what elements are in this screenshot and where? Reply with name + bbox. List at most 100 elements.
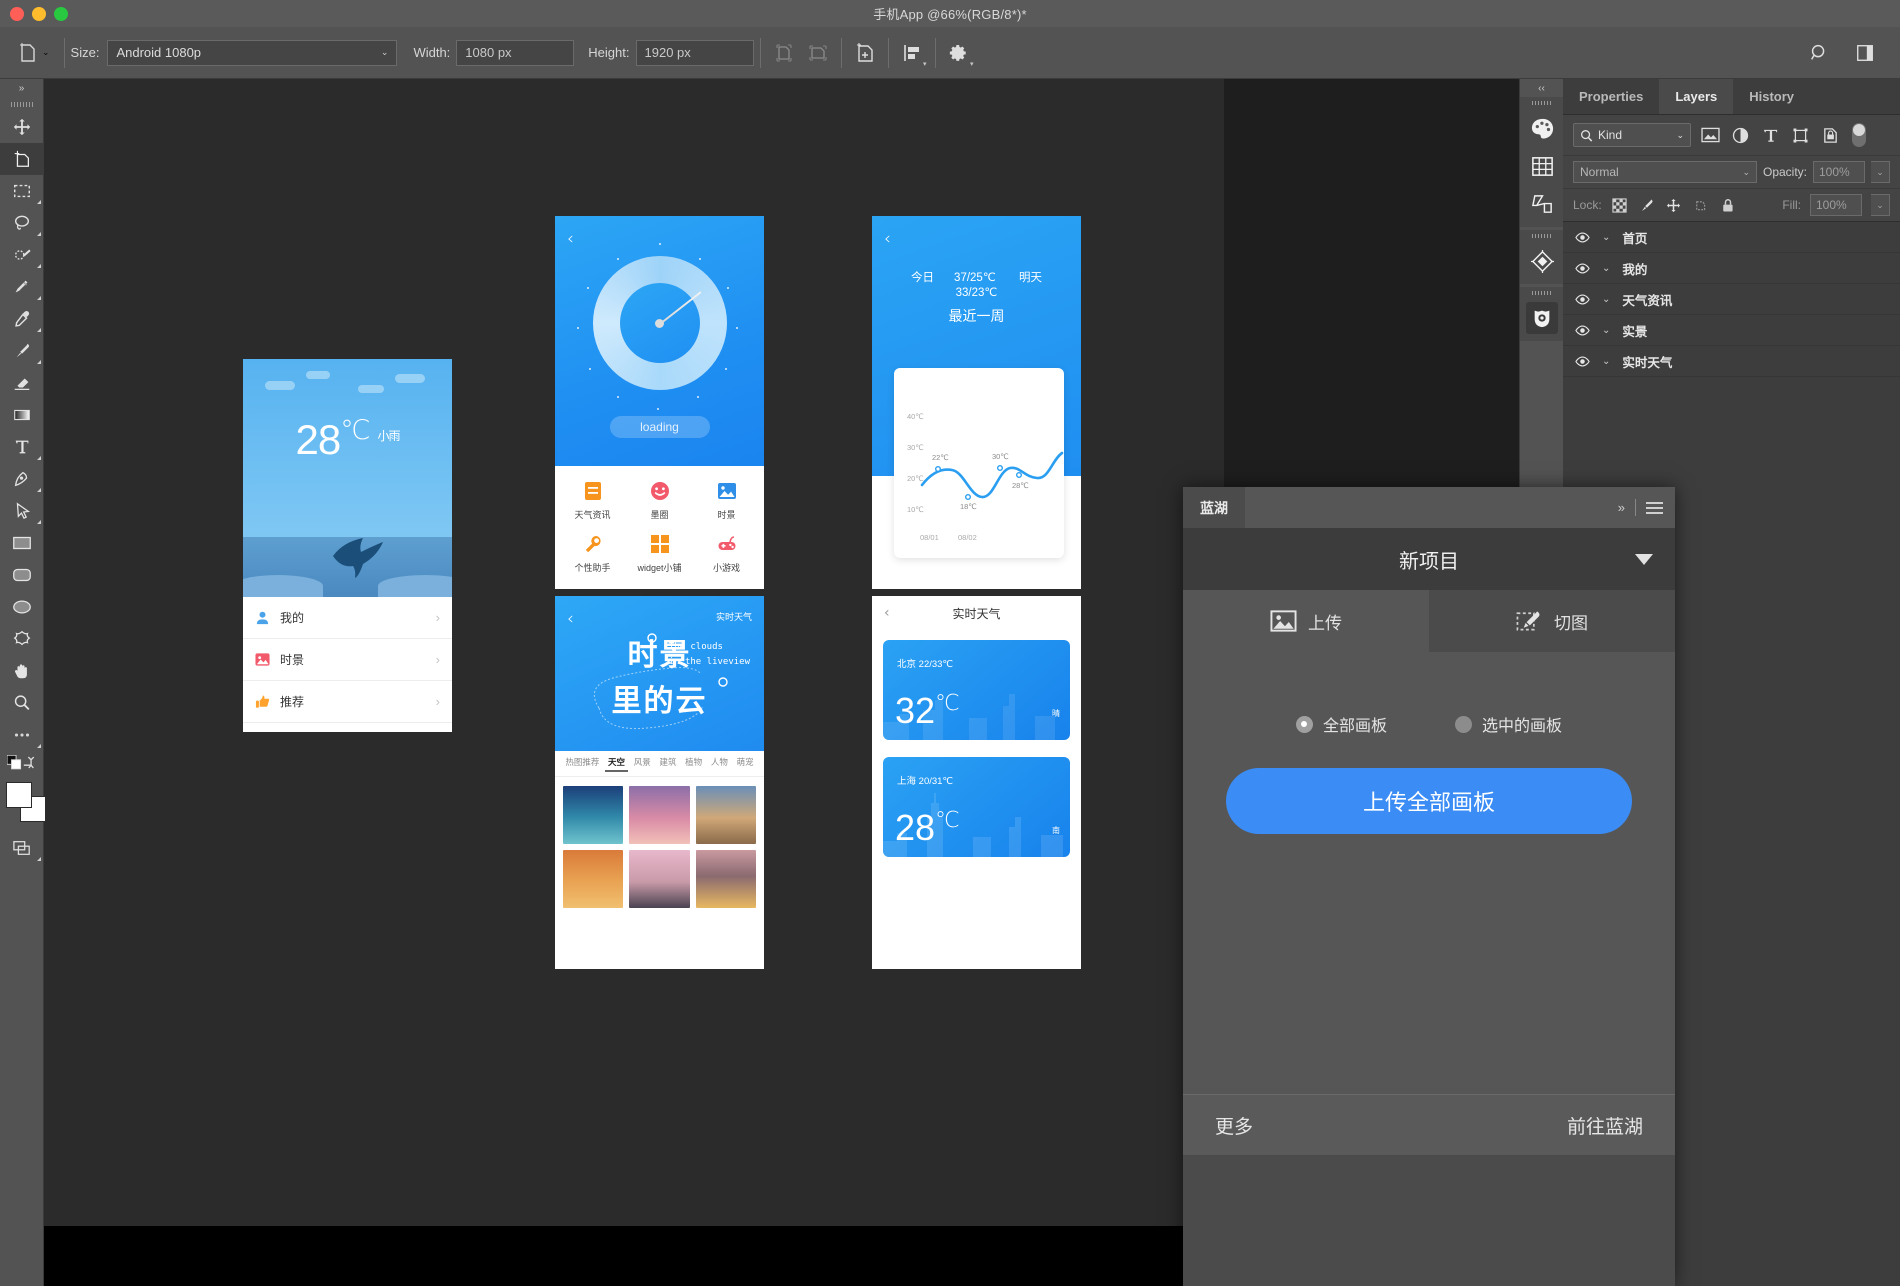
- align-distribute-button[interactable]: ▾: [895, 36, 929, 70]
- size-preset-select[interactable]: Android 1080p ⌄: [107, 39, 398, 66]
- path-select-tool[interactable]: [0, 495, 44, 527]
- gallery-photo[interactable]: [695, 850, 756, 908]
- layer-row[interactable]: ⌄ 我的: [1563, 253, 1900, 284]
- foreground-color-swatch[interactable]: [6, 782, 32, 808]
- rail-drag-handle[interactable]: [1520, 97, 1563, 109]
- camera-raw-panel-button[interactable]: [1520, 299, 1564, 337]
- width-input[interactable]: 1080 px: [456, 39, 575, 66]
- lasso-tool[interactable]: [0, 207, 44, 239]
- expand-panel-icon[interactable]: »: [1618, 500, 1625, 515]
- layer-expand-chevron[interactable]: ⌄: [1602, 325, 1610, 336]
- app-grid-item[interactable]: 个性助手: [559, 528, 626, 582]
- layer-visibility-icon[interactable]: [1575, 323, 1590, 338]
- lock-artboard-nesting-button[interactable]: [1692, 196, 1710, 214]
- upload-all-artboards-button[interactable]: 上传全部画板: [1226, 768, 1632, 834]
- tools-collapse-button[interactable]: »: [0, 79, 43, 97]
- layer-row[interactable]: ⌄ 实景: [1563, 315, 1900, 346]
- gallery-tab[interactable]: 萌宠: [737, 756, 754, 772]
- eyedropper-tool[interactable]: [0, 303, 44, 335]
- app-grid-item[interactable]: widget小铺: [626, 528, 693, 582]
- rounded-rect-tool[interactable]: [0, 559, 44, 591]
- fit-artboard-button[interactable]: [801, 36, 835, 70]
- lanhu-mode-slice[interactable]: 切图: [1429, 590, 1675, 652]
- hand-tool[interactable]: [0, 655, 44, 687]
- zoom-tool[interactable]: [0, 687, 44, 719]
- fill-input[interactable]: 100%: [1810, 194, 1862, 216]
- lanhu-tab[interactable]: 蓝湖: [1183, 487, 1245, 528]
- eraser-tool[interactable]: [0, 367, 44, 399]
- ellipse-tool[interactable]: [0, 591, 44, 623]
- search-button[interactable]: [1802, 36, 1836, 70]
- color-swatches[interactable]: [0, 776, 46, 832]
- pen-tool[interactable]: [0, 463, 44, 495]
- type-tool[interactable]: [0, 431, 44, 463]
- fill-stepper[interactable]: ⌄: [1871, 194, 1890, 216]
- back-chevron-icon[interactable]: ‹: [884, 605, 890, 621]
- filter-adjustment-layers-button[interactable]: [1730, 125, 1751, 146]
- app-grid-item[interactable]: 墨圈: [626, 474, 693, 528]
- lock-all-button[interactable]: [1719, 196, 1737, 214]
- tab-properties[interactable]: Properties: [1563, 79, 1659, 114]
- height-input[interactable]: 1920 px: [635, 39, 754, 66]
- app-grid-item[interactable]: 时景: [693, 474, 760, 528]
- layer-visibility-icon[interactable]: [1575, 230, 1590, 245]
- gallery-photo[interactable]: [629, 786, 690, 844]
- gallery-tab[interactable]: 人物: [711, 756, 728, 772]
- default-colors-icon[interactable]: [7, 755, 22, 770]
- tab-layers[interactable]: Layers: [1659, 79, 1734, 114]
- rail-collapse-button[interactable]: ‹‹: [1520, 79, 1563, 97]
- lock-transparent-pixels-button[interactable]: [1611, 196, 1629, 214]
- opacity-stepper[interactable]: ⌄: [1871, 161, 1890, 183]
- rectangle-tool[interactable]: [0, 527, 44, 559]
- back-chevron-icon[interactable]: ‹: [884, 229, 891, 249]
- lock-position-button[interactable]: [1665, 196, 1683, 214]
- gallery-photo[interactable]: [563, 786, 624, 844]
- rail-drag-handle[interactable]: [1520, 230, 1563, 242]
- swatches-panel-button[interactable]: [1520, 147, 1564, 185]
- crop-tool[interactable]: [0, 271, 44, 303]
- gallery-tab[interactable]: 风景: [634, 756, 651, 772]
- lanhu-plugin-panel[interactable]: 蓝湖 » 新项目 上传 切图 全部画板 选中的画板 上传全部画板 更多 前往蓝湖: [1183, 487, 1675, 1286]
- filter-enable-toggle[interactable]: [1852, 123, 1866, 147]
- radio-selected-artboards[interactable]: 选中的画板: [1455, 712, 1562, 736]
- layer-expand-chevron[interactable]: ⌄: [1602, 263, 1610, 274]
- city-card[interactable]: 北京 22/33℃ 32℃ 晴: [883, 640, 1070, 740]
- adjustments-panel-button[interactable]: [1520, 185, 1564, 223]
- tools-drag-handle[interactable]: [0, 97, 43, 111]
- layer-visibility-icon[interactable]: [1575, 261, 1590, 276]
- gallery-photo[interactable]: [629, 850, 690, 908]
- menu-item-recommend[interactable]: 推荐 ›: [243, 681, 452, 723]
- styles-panel-button[interactable]: [1520, 242, 1564, 280]
- move-tool[interactable]: [0, 111, 44, 143]
- layer-row[interactable]: ⌄ 实时天气: [1563, 346, 1900, 377]
- hamburger-menu-icon[interactable]: [1646, 501, 1663, 514]
- settings-button[interactable]: ▾: [942, 36, 976, 70]
- gradient-tool[interactable]: [0, 399, 44, 431]
- gallery-tab[interactable]: 建筑: [659, 756, 676, 772]
- custom-shape-tool[interactable]: [0, 623, 44, 655]
- workspace-switcher-button[interactable]: [1848, 36, 1882, 70]
- filter-smart-objects-button[interactable]: [1820, 125, 1841, 146]
- screen-mode-tool[interactable]: [0, 832, 44, 864]
- city-card[interactable]: 上海 20/31℃ 28℃ 南: [883, 757, 1070, 857]
- lanhu-mode-upload[interactable]: 上传: [1183, 590, 1429, 652]
- rail-drag-handle[interactable]: [1520, 287, 1563, 299]
- menu-item-mine[interactable]: 我的 ›: [243, 597, 452, 639]
- menu-item-liveview[interactable]: 时景 ›: [243, 639, 452, 681]
- gallery-tab[interactable]: 植物: [685, 756, 702, 772]
- brush-tool[interactable]: [0, 335, 44, 367]
- artboard-loading[interactable]: ‹ loading 天气资讯 墨圈 时景 个性助手 widget小铺 小游戏: [555, 216, 764, 589]
- layer-visibility-icon[interactable]: [1575, 292, 1590, 307]
- artboard-gallery[interactable]: ‹ 实时天气 时景 里的云 The clouds in the liveview: [555, 596, 764, 969]
- gallery-photo[interactable]: [695, 786, 756, 844]
- quick-select-tool[interactable]: [0, 239, 44, 271]
- edit-toolbar-button[interactable]: [0, 719, 44, 751]
- constrain-artboard-button[interactable]: [767, 36, 801, 70]
- artboard-forecast[interactable]: ‹ 今日 37/25℃ 明天 33/23℃ 最近一周 40℃ 30℃ 20℃ 10℃…: [872, 216, 1081, 589]
- back-chevron-icon[interactable]: ‹: [567, 229, 574, 249]
- app-grid-item[interactable]: 天气资讯: [559, 474, 626, 528]
- canvas-area[interactable]: 28℃ 小雨 我的 › 时景 › 推荐 › ‹ loading 天气资讯 墨圈 …: [44, 79, 1224, 1286]
- artboard-tool[interactable]: [0, 143, 44, 175]
- filter-pixel-layers-button[interactable]: [1700, 125, 1721, 146]
- layer-expand-chevron[interactable]: ⌄: [1602, 232, 1610, 243]
